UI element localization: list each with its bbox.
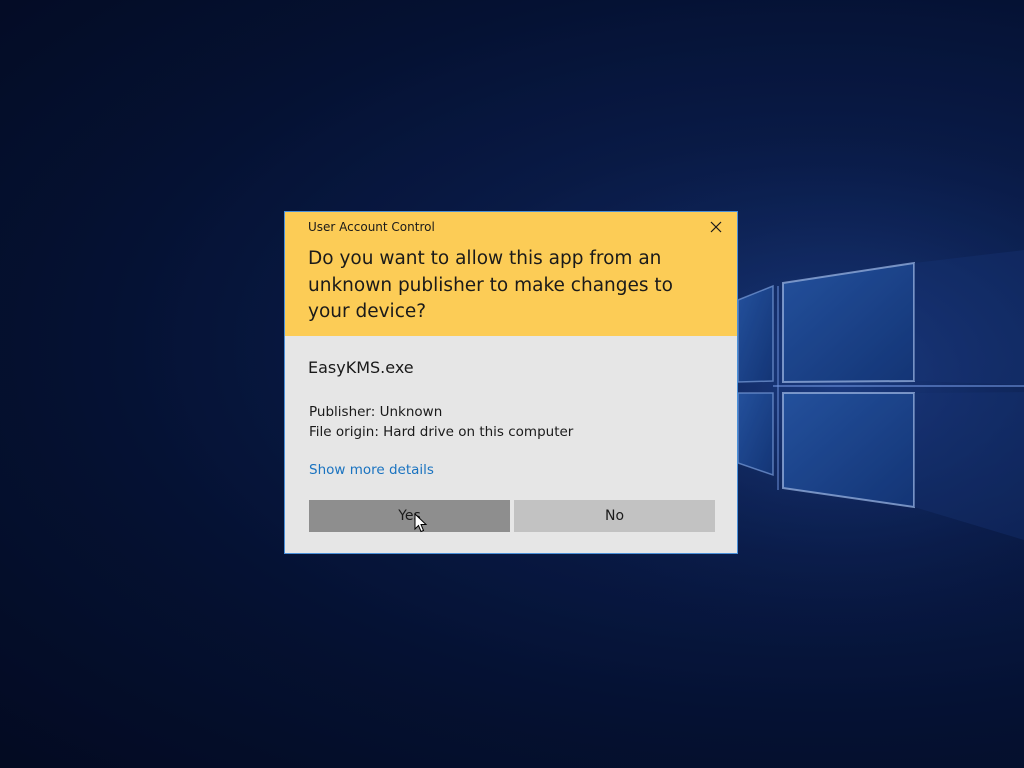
dialog-header: User Account Control Do you want to allo…: [285, 212, 737, 336]
close-icon: [710, 221, 722, 233]
file-origin-text: File origin: Hard drive on this computer: [309, 424, 574, 440]
publisher-text: Publisher: Unknown: [309, 404, 443, 420]
show-more-details-link[interactable]: Show more details: [309, 462, 434, 478]
close-button[interactable]: [704, 218, 728, 238]
dialog-title: User Account Control: [308, 220, 435, 234]
mouse-pointer-icon: [414, 513, 428, 533]
app-name: EasyKMS.exe: [308, 358, 414, 377]
no-button[interactable]: No: [514, 500, 715, 532]
desktop: User Account Control Do you want to allo…: [0, 0, 1024, 768]
yes-button[interactable]: Yes: [309, 500, 510, 532]
dialog-question: Do you want to allow this app from an un…: [308, 248, 673, 322]
user-account-control-dialog: User Account Control Do you want to allo…: [284, 211, 738, 554]
app-info: Publisher: Unknown File origin: Hard dri…: [309, 402, 573, 442]
